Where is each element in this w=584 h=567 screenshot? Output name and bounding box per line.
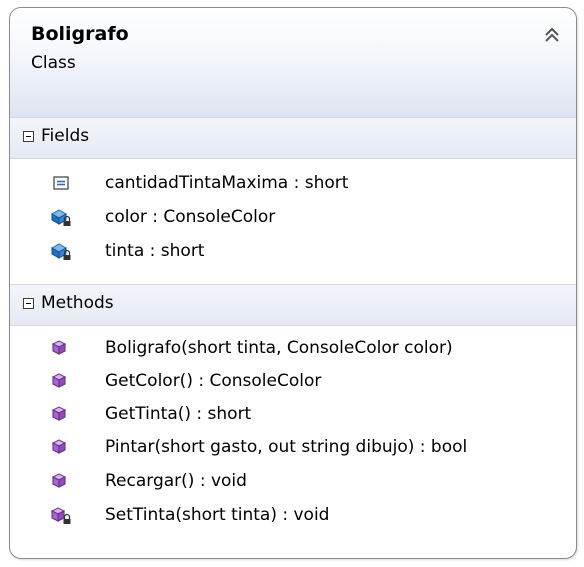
collapse-toggle-icon[interactable] [23,131,34,142]
class-header[interactable]: Boligrafo Class [10,8,576,118]
private-field-icon [50,209,71,226]
method-text: SetTinta(short tinta) : void [105,505,330,525]
method-text: Boligrafo(short tinta, ConsoleColor colo… [105,338,453,358]
field-item[interactable]: tinta : short [10,234,576,268]
fields-section-header[interactable]: Fields [10,117,576,159]
private-method-icon [50,507,71,524]
fields-section-label: Fields [41,126,90,146]
methods-section-header[interactable]: Methods [10,284,576,326]
field-text: color : ConsoleColor [105,207,276,227]
class-name: Boligrafo [31,23,129,45]
field-item[interactable]: cantidadTintaMaxima : short [10,166,576,200]
field-text: tinta : short [105,241,205,261]
method-text: Recargar() : void [105,471,247,491]
double-chevron-up-icon[interactable] [542,26,562,44]
method-icon [51,406,67,421]
method-text: Pintar(short gasto, out string dibujo) :… [105,437,468,457]
field-item[interactable]: color : ConsoleColor [10,200,576,234]
class-kind: Class [31,53,76,73]
method-icon [51,340,67,355]
method-item[interactable]: SetTinta(short tinta) : void [10,498,576,532]
collapse-toggle-icon[interactable] [23,298,34,309]
method-icon [51,473,67,488]
private-field-icon [50,243,71,260]
method-item[interactable]: GetTinta() : short [10,397,576,431]
class-shape[interactable]: Boligrafo Class Fields cantidadTintaMaxi… [9,7,577,559]
method-text: GetTinta() : short [105,404,252,424]
method-icon [51,439,67,454]
method-item[interactable]: Boligrafo(short tinta, ConsoleColor colo… [10,331,576,365]
field-text: cantidadTintaMaxima : short [105,173,349,193]
method-icon [51,373,67,388]
method-item[interactable]: Pintar(short gasto, out string dibujo) :… [10,430,576,464]
method-text: GetColor() : ConsoleColor [105,371,322,391]
method-item[interactable]: GetColor() : ConsoleColor [10,364,576,398]
method-item[interactable]: Recargar() : void [10,464,576,498]
constant-field-icon [53,176,69,190]
methods-section-label: Methods [41,293,114,313]
